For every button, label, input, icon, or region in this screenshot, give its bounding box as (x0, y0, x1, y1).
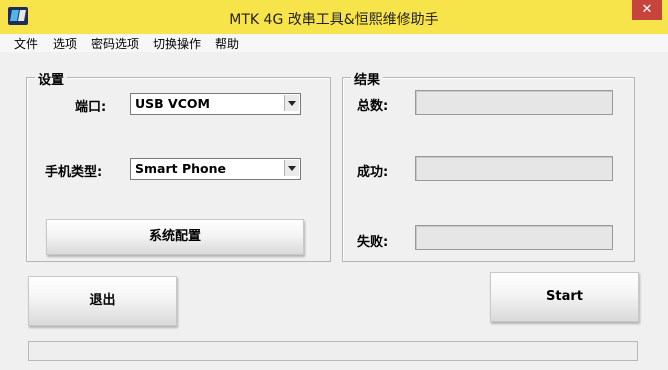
title-bar: MTK 4G 改串工具&恒熙维修助手 ✕ (0, 0, 668, 34)
fail-field (415, 225, 613, 250)
system-config-button[interactable]: 系统配置 (46, 219, 304, 255)
phone-type-label: 手机类型: (45, 165, 103, 180)
menu-switch-operation[interactable]: 切换操作 (153, 35, 201, 52)
settings-group: 设置 端口: USB VCOM 手机类型: Smart Phone 系统配置 (26, 69, 331, 262)
status-bar (28, 341, 638, 361)
phone-type-select[interactable]: Smart Phone (130, 158, 301, 180)
port-select-value: USB VCOM (135, 96, 210, 111)
success-field (415, 156, 613, 181)
start-button[interactable]: Start (490, 272, 639, 322)
success-label: 成功: (357, 165, 389, 180)
window-title: MTK 4G 改串工具&恒熙维修助手 (229, 12, 439, 28)
settings-legend: 设置 (35, 69, 68, 88)
chevron-down-icon[interactable] (284, 95, 299, 111)
menu-help[interactable]: 帮助 (215, 35, 239, 52)
port-select[interactable]: USB VCOM (130, 93, 301, 115)
results-legend: 结果 (351, 69, 384, 88)
exit-button[interactable]: 退出 (28, 276, 177, 326)
menu-options[interactable]: 选项 (53, 35, 77, 52)
phone-type-select-value: Smart Phone (135, 161, 226, 176)
fail-label: 失败: (357, 235, 389, 250)
chevron-down-icon[interactable] (284, 160, 299, 176)
total-field (415, 90, 613, 115)
port-label: 端口: (75, 100, 107, 115)
results-group: 结果 总数: 成功: 失败: (342, 69, 635, 262)
total-label: 总数: (357, 99, 389, 114)
close-button[interactable]: ✕ (632, 0, 662, 20)
menu-file[interactable]: 文件 (14, 35, 38, 52)
menu-bar: 文件 选项 密码选项 切换操作 帮助 (0, 34, 668, 52)
menu-password-options[interactable]: 密码选项 (91, 35, 139, 52)
